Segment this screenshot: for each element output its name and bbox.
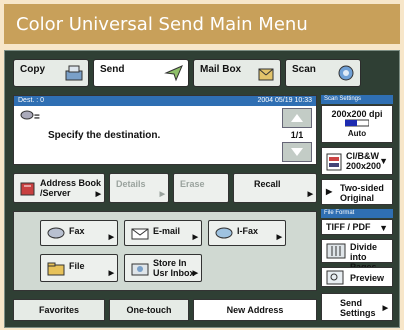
fax-button[interactable]: Fax ▶ [40, 220, 118, 246]
erase-label: Erase [180, 179, 205, 189]
arrow-icon: ▶ [192, 234, 198, 241]
address-book-button[interactable]: Address Book /Server ▶ [13, 173, 105, 203]
resolution-value: 200x200 dpi [331, 109, 383, 119]
density-bar-icon [344, 119, 370, 127]
store-inbox-button[interactable]: Store In Usr Inbox ▶ [124, 254, 202, 282]
arrow-icon: ▶ [159, 191, 165, 198]
send-method-box: Fax ▶ E-mail ▶ I-Fax ▶ File ▶ Store In U… [13, 211, 317, 291]
tab-copy[interactable]: Copy [13, 59, 89, 87]
fax-phone-icon [20, 110, 34, 120]
file-format-value: TIFF / PDF [326, 222, 371, 232]
tab-favorites[interactable]: Favorites [13, 299, 105, 321]
scroll-down-button[interactable] [282, 142, 312, 162]
two-sided-button[interactable]: ▶ Two-sided Original [321, 179, 393, 205]
color-mode-button[interactable]: Cl/B&W 200x200 ▼ [321, 147, 393, 175]
copier-icon [64, 63, 84, 83]
mailbox-icon [256, 63, 276, 83]
caption-bar: Color Universal Send Main Menu [4, 4, 400, 44]
pages-icon [326, 243, 346, 259]
folder-icon [47, 262, 65, 276]
scanner-icon [336, 63, 356, 83]
file-label: File [69, 261, 85, 271]
device-panel: Copy Send Mail Box Scan Dest. : 0 2004 0… [4, 50, 400, 328]
file-format-select[interactable]: TIFF / PDF ▼ [321, 219, 393, 235]
arrow-icon: ▶ [192, 270, 198, 277]
dropdown-arrow-icon: ▼ [379, 223, 388, 233]
tab-send[interactable]: Send [93, 59, 189, 87]
triangle-down-icon [291, 148, 303, 156]
arrow-icon: ▶ [108, 270, 114, 277]
address-book-icon [20, 182, 35, 196]
scroll-up-button[interactable] [282, 108, 312, 128]
tab-new-address[interactable]: New Address [193, 299, 317, 321]
erase-button[interactable]: Erase [173, 173, 229, 203]
arrow-icon: ▶ [108, 234, 114, 241]
resolution-box[interactable]: 200x200 dpi Auto [321, 105, 393, 143]
inbox-icon [131, 263, 149, 276]
arrow-icon: ▶ [276, 234, 282, 241]
mode-tabbar: Copy Send Mail Box Scan [13, 59, 393, 89]
caption-title: Color Universal Send Main Menu [16, 14, 308, 35]
recall-button[interactable]: Recall ▶ [233, 173, 317, 203]
file-button[interactable]: File ▶ [40, 254, 118, 282]
tab-one-touch[interactable]: One-touch [109, 299, 189, 321]
preview-label: Preview [350, 273, 385, 283]
ifax-icon [215, 227, 233, 239]
send-settings-label: Send Settings [340, 298, 376, 318]
arrow-icon: ▶ [307, 191, 313, 198]
two-sided-label: Two-sided Original [340, 183, 384, 203]
send-icon [164, 63, 184, 83]
arrow-icon: ▶ [382, 305, 388, 312]
scan-settings-header: Scan Settings [321, 95, 393, 104]
store-inbox-label: Store In Usr Inbox [153, 258, 195, 278]
email-label: E-mail [153, 226, 181, 236]
destination-prompt: Specify the destination. [48, 130, 161, 141]
status-strip: Dest. : 0 2004 05/19 10:33 [14, 96, 316, 106]
divide-pages-button[interactable]: Divide into Pages [321, 239, 393, 272]
tab-mailbox[interactable]: Mail Box [193, 59, 281, 87]
tab-scan-label: Scan [292, 64, 316, 75]
email-button[interactable]: E-mail ▶ [124, 220, 202, 246]
datetime: 2004 05/19 10:33 [257, 97, 313, 104]
destination-line: = [20, 110, 40, 123]
details-button[interactable]: Details ▶ [109, 173, 169, 203]
ifax-button[interactable]: I-Fax ▶ [208, 220, 286, 246]
arrow-icon: ▶ [95, 191, 101, 198]
destination-panel: Dest. : 0 2004 05/19 10:33 = Specify the… [13, 95, 317, 165]
preview-button[interactable]: Preview [321, 267, 393, 287]
page-indicator: 1/1 [290, 130, 304, 140]
recall-label: Recall [254, 179, 281, 189]
preview-icon [326, 270, 344, 285]
ifax-label: I-Fax [237, 226, 259, 236]
color-page-icon [326, 153, 342, 171]
dropdown-arrow-icon: ▼ [379, 156, 388, 166]
dest-count: Dest. : 0 [18, 97, 45, 104]
fax-label: Fax [69, 226, 85, 236]
send-settings-button[interactable]: Send Settings ▶ [321, 293, 393, 321]
email-icon [131, 228, 149, 240]
density-value: Auto [347, 129, 367, 138]
destination-scroll: 1/1 [282, 108, 312, 162]
fax-icon [47, 227, 65, 239]
tab-copy-label: Copy [20, 64, 45, 75]
address-book-label: Address Book /Server [40, 178, 102, 198]
tab-scan[interactable]: Scan [285, 59, 361, 87]
tab-mailbox-label: Mail Box [200, 64, 242, 75]
tab-send-label: Send [100, 64, 125, 75]
details-label: Details [116, 179, 146, 189]
file-format-header: File Format [321, 209, 393, 218]
triangle-up-icon [291, 114, 303, 122]
two-sided-icon: ▶ [326, 187, 333, 196]
